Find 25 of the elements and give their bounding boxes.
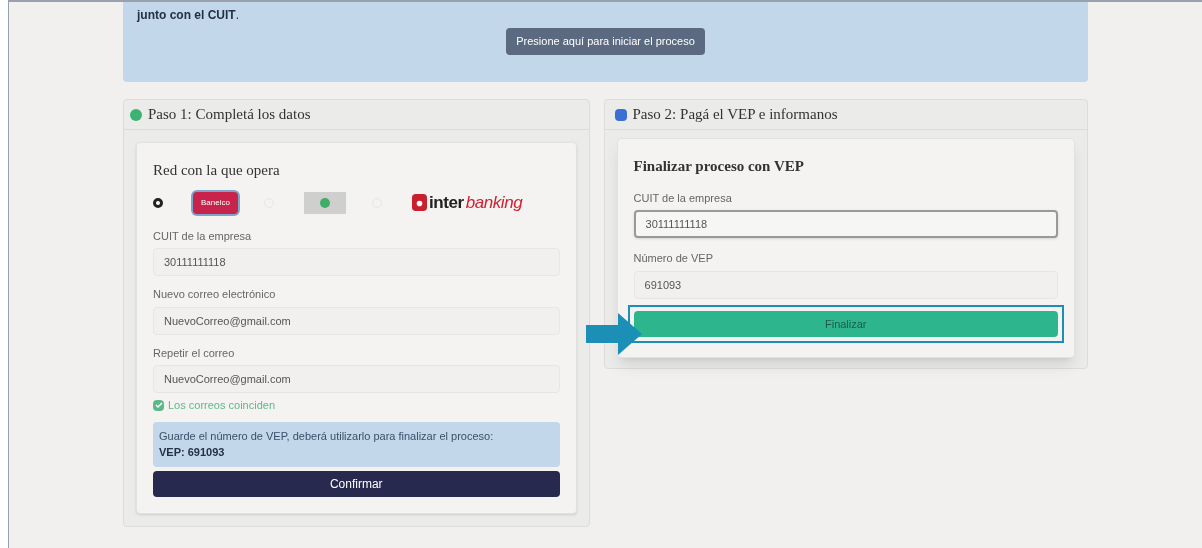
interbanking-logo[interactable]: interbanking	[411, 189, 523, 216]
radio-button[interactable]	[153, 197, 163, 208]
step-title: Paso 2: Pagá el VEP e informanos	[632, 105, 838, 125]
card-title: Red con la que opera	[153, 161, 281, 180]
field-label: Número de VEP	[633, 251, 714, 266]
match-message: Los correos coinciden	[168, 398, 275, 413]
field-label: CUIT de la empresa	[633, 190, 733, 206]
card-title: Finalizar proceso con VEP	[633, 157, 805, 176]
input-field[interactable]: 691093	[633, 270, 1058, 299]
confirm-button[interactable]: Confirmar	[153, 470, 560, 497]
input-field[interactable]: 30111111118	[153, 248, 560, 276]
banner-text: junto con el CUIT.	[137, 7, 240, 24]
input-field[interactable]: 30111111118	[633, 210, 1058, 238]
step-title: Paso 1: Completá los datos	[148, 105, 311, 125]
banelco-logo[interactable]: Banelco	[193, 191, 238, 214]
field-label: CUIT de la empresa	[153, 228, 253, 244]
input-field[interactable]: NuevoCorreo@gmail.com	[153, 306, 560, 335]
vep-number: VEP: 691093	[159, 445, 226, 460]
notice-text: Guarde el número de VEP, deberá utilizarlo para finalizar el proceso:	[159, 428, 495, 444]
field-label: Nuevo correo electrónico	[153, 287, 277, 302]
input-field[interactable]: NuevoCorreo@gmail.com	[153, 365, 560, 393]
start-process-button[interactable]: Presione aquí para iniciar el proceso	[506, 28, 705, 55]
network-logo[interactable]	[303, 191, 346, 214]
field-label: Repetir el correo	[153, 345, 236, 361]
checkbox[interactable]	[153, 399, 164, 411]
